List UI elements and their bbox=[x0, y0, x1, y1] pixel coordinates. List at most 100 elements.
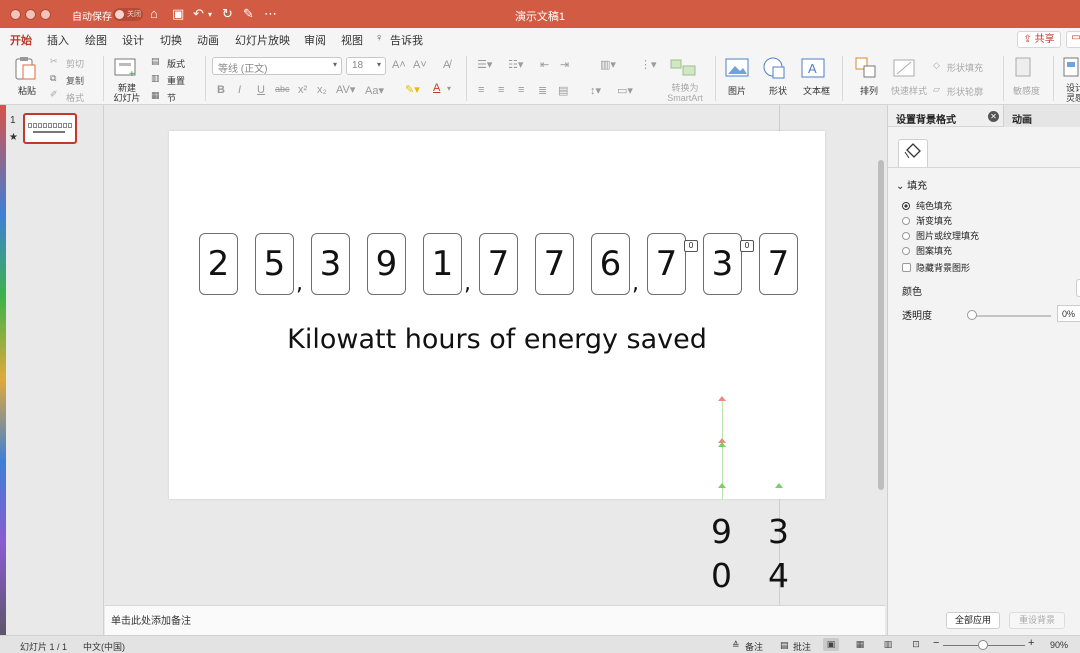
vertical-scrollbar[interactable] bbox=[878, 160, 884, 490]
shape-outline-button[interactable]: 形状轮廓 bbox=[947, 85, 983, 98]
digit-box[interactable]: 7 bbox=[479, 233, 518, 295]
distributed-icon[interactable]: ▤ bbox=[558, 84, 568, 97]
fill-section-header[interactable]: ⌄ 填充 bbox=[896, 177, 927, 192]
tab-home[interactable]: 开始 bbox=[10, 32, 32, 53]
tab-insert[interactable]: 插入 bbox=[47, 32, 69, 48]
digit-box[interactable]: 1 bbox=[423, 233, 462, 295]
pattern-fill-option[interactable]: 图案填充 bbox=[902, 244, 952, 257]
motion-path-end-marker[interactable] bbox=[718, 483, 726, 488]
decrease-indent-icon[interactable]: ⇤ bbox=[540, 58, 549, 71]
copy-icon[interactable]: ⧉ bbox=[50, 73, 56, 84]
justify-icon[interactable]: ≣ bbox=[538, 84, 547, 97]
digit-box[interactable]: 7 bbox=[535, 233, 574, 295]
transparency-slider-knob[interactable] bbox=[967, 310, 977, 320]
digit-box[interactable]: 5 bbox=[255, 233, 294, 295]
reset-background-button[interactable]: 重设背景 bbox=[1009, 612, 1065, 629]
transparency-input[interactable]: 0% bbox=[1057, 305, 1080, 322]
section-icon[interactable]: ▦ bbox=[151, 90, 160, 101]
align-text-icon[interactable]: ▭▾ bbox=[617, 84, 633, 97]
color-picker-button[interactable] bbox=[1076, 279, 1080, 297]
convert-smartart-button[interactable]: 转换为 SmartArt bbox=[664, 83, 706, 103]
animation-tag[interactable]: 0 bbox=[684, 240, 698, 252]
tell-me-search[interactable]: 告诉我 bbox=[390, 32, 423, 48]
layout-button[interactable]: 版式 bbox=[167, 57, 185, 70]
picture-button[interactable]: 图片 bbox=[728, 84, 746, 97]
underline-icon[interactable]: U bbox=[257, 84, 265, 96]
change-case-icon[interactable]: Aa▾ bbox=[365, 84, 384, 97]
align-right-icon[interactable]: ≡ bbox=[518, 84, 524, 96]
cut-button[interactable]: 剪切 bbox=[66, 57, 84, 70]
numbering-icon[interactable]: ☷▾ bbox=[508, 58, 523, 71]
notes-placeholder[interactable]: 单击此处添加备注 bbox=[111, 612, 191, 627]
comments-button[interactable]: ▭ bbox=[1066, 31, 1080, 48]
designer-button[interactable]: 设计 灵感 bbox=[1066, 83, 1080, 103]
share-button[interactable]: ⇪ 共享 bbox=[1017, 31, 1061, 48]
normal-view-icon[interactable]: ▣ bbox=[823, 638, 839, 651]
picture-fill-option[interactable]: 图片或纹理填充 bbox=[902, 229, 979, 242]
offslide-digit[interactable]: 9 bbox=[711, 512, 732, 551]
tab-slideshow[interactable]: 幻灯片放映 bbox=[235, 32, 290, 48]
shape-fill-icon[interactable]: ◇ bbox=[933, 60, 940, 71]
font-size-select[interactable]: 18 ▾ bbox=[346, 57, 386, 75]
arrange-button[interactable]: 排列 bbox=[860, 84, 878, 97]
motion-path-end-marker[interactable] bbox=[718, 442, 726, 447]
tab-design[interactable]: 设计 bbox=[122, 32, 144, 48]
format-painter-icon[interactable]: ✐ bbox=[50, 89, 58, 100]
notes-pane[interactable]: 单击此处添加备注 bbox=[105, 605, 885, 635]
slide-canvas[interactable]: 2 5 , 3 9 1 , 7 7 6 , 7 0 3 0 7 Kilowatt… bbox=[169, 131, 825, 499]
offslide-digit[interactable]: 0 bbox=[711, 556, 732, 595]
strikethrough-icon[interactable]: abc bbox=[275, 84, 290, 94]
close-icon[interactable]: ✕ bbox=[988, 111, 999, 122]
smartart-icon[interactable] bbox=[669, 56, 699, 78]
bold-icon[interactable]: B bbox=[217, 84, 225, 96]
sensitivity-icon[interactable] bbox=[1012, 56, 1036, 80]
zoom-in-icon[interactable]: + bbox=[1028, 637, 1034, 649]
fill-tab[interactable] bbox=[898, 139, 928, 167]
motion-path-start-marker[interactable] bbox=[718, 396, 726, 401]
tab-transitions[interactable]: 切换 bbox=[160, 32, 182, 48]
line-spacing-icon[interactable]: ⋮▾ bbox=[640, 58, 657, 71]
tab-animations[interactable]: 动画 bbox=[197, 32, 219, 48]
language-indicator[interactable]: 中文(中国) bbox=[83, 640, 125, 653]
picture-icon[interactable] bbox=[724, 56, 750, 80]
designer-icon[interactable] bbox=[1062, 56, 1080, 80]
digit-box[interactable]: 2 bbox=[199, 233, 238, 295]
pane-title[interactable]: 设置背景格式 bbox=[896, 111, 956, 126]
char-spacing-icon[interactable]: AV▾ bbox=[336, 83, 355, 96]
zoom-out-icon[interactable]: − bbox=[933, 637, 939, 649]
reset-button[interactable]: 重置 bbox=[167, 74, 185, 87]
cut-icon[interactable]: ✂ bbox=[50, 56, 58, 67]
new-slide-icon[interactable]: + bbox=[113, 56, 139, 78]
digit-box[interactable]: 7 bbox=[647, 233, 686, 295]
text-direction-icon[interactable]: ↕▾ bbox=[590, 84, 601, 97]
font-name-select[interactable]: 等线 (正文) ▾ bbox=[212, 57, 342, 75]
layout-icon[interactable]: ▤ bbox=[151, 56, 160, 67]
sensitivity-button[interactable]: 敏感度 bbox=[1013, 84, 1040, 97]
digit-box[interactable]: 9 bbox=[367, 233, 406, 295]
bullets-icon[interactable]: ☰▾ bbox=[477, 58, 492, 71]
offslide-digit[interactable]: 3 bbox=[768, 512, 789, 551]
tab-view[interactable]: 视图 bbox=[341, 32, 363, 48]
digit-box[interactable]: 6 bbox=[591, 233, 630, 295]
digit-box[interactable]: 3 bbox=[703, 233, 742, 295]
digit-box[interactable]: 3 bbox=[311, 233, 350, 295]
motion-path-end-marker[interactable] bbox=[775, 483, 783, 488]
increase-indent-icon[interactable]: ⇥ bbox=[560, 58, 569, 71]
notes-toggle-icon[interactable]: ≙ bbox=[732, 640, 740, 651]
quick-styles-icon[interactable] bbox=[892, 56, 918, 80]
shapes-button[interactable]: 形状 bbox=[769, 84, 787, 97]
shape-fill-button[interactable]: 形状填充 bbox=[947, 61, 983, 74]
slideshow-view-icon[interactable]: ⊡ bbox=[908, 638, 924, 651]
textbox-icon[interactable]: A bbox=[800, 56, 826, 80]
hide-bg-graphics-checkbox[interactable]: 隐藏背景图形 bbox=[902, 261, 970, 274]
align-left-icon[interactable]: ≡ bbox=[478, 84, 484, 96]
paste-button[interactable]: 粘贴 bbox=[14, 84, 40, 97]
comments-toggle-icon[interactable]: ▤ bbox=[780, 640, 789, 651]
reset-icon[interactable]: ▥ bbox=[151, 73, 160, 84]
tab-review[interactable]: 审阅 bbox=[304, 32, 326, 48]
comments-toggle[interactable]: 批注 bbox=[793, 640, 811, 653]
gradient-fill-option[interactable]: 渐变填充 bbox=[902, 214, 952, 227]
clear-format-icon[interactable]: A̸ bbox=[443, 59, 450, 71]
new-slide-button[interactable]: 新建 幻灯片 bbox=[112, 83, 142, 103]
offslide-digit[interactable]: 4 bbox=[768, 556, 789, 595]
